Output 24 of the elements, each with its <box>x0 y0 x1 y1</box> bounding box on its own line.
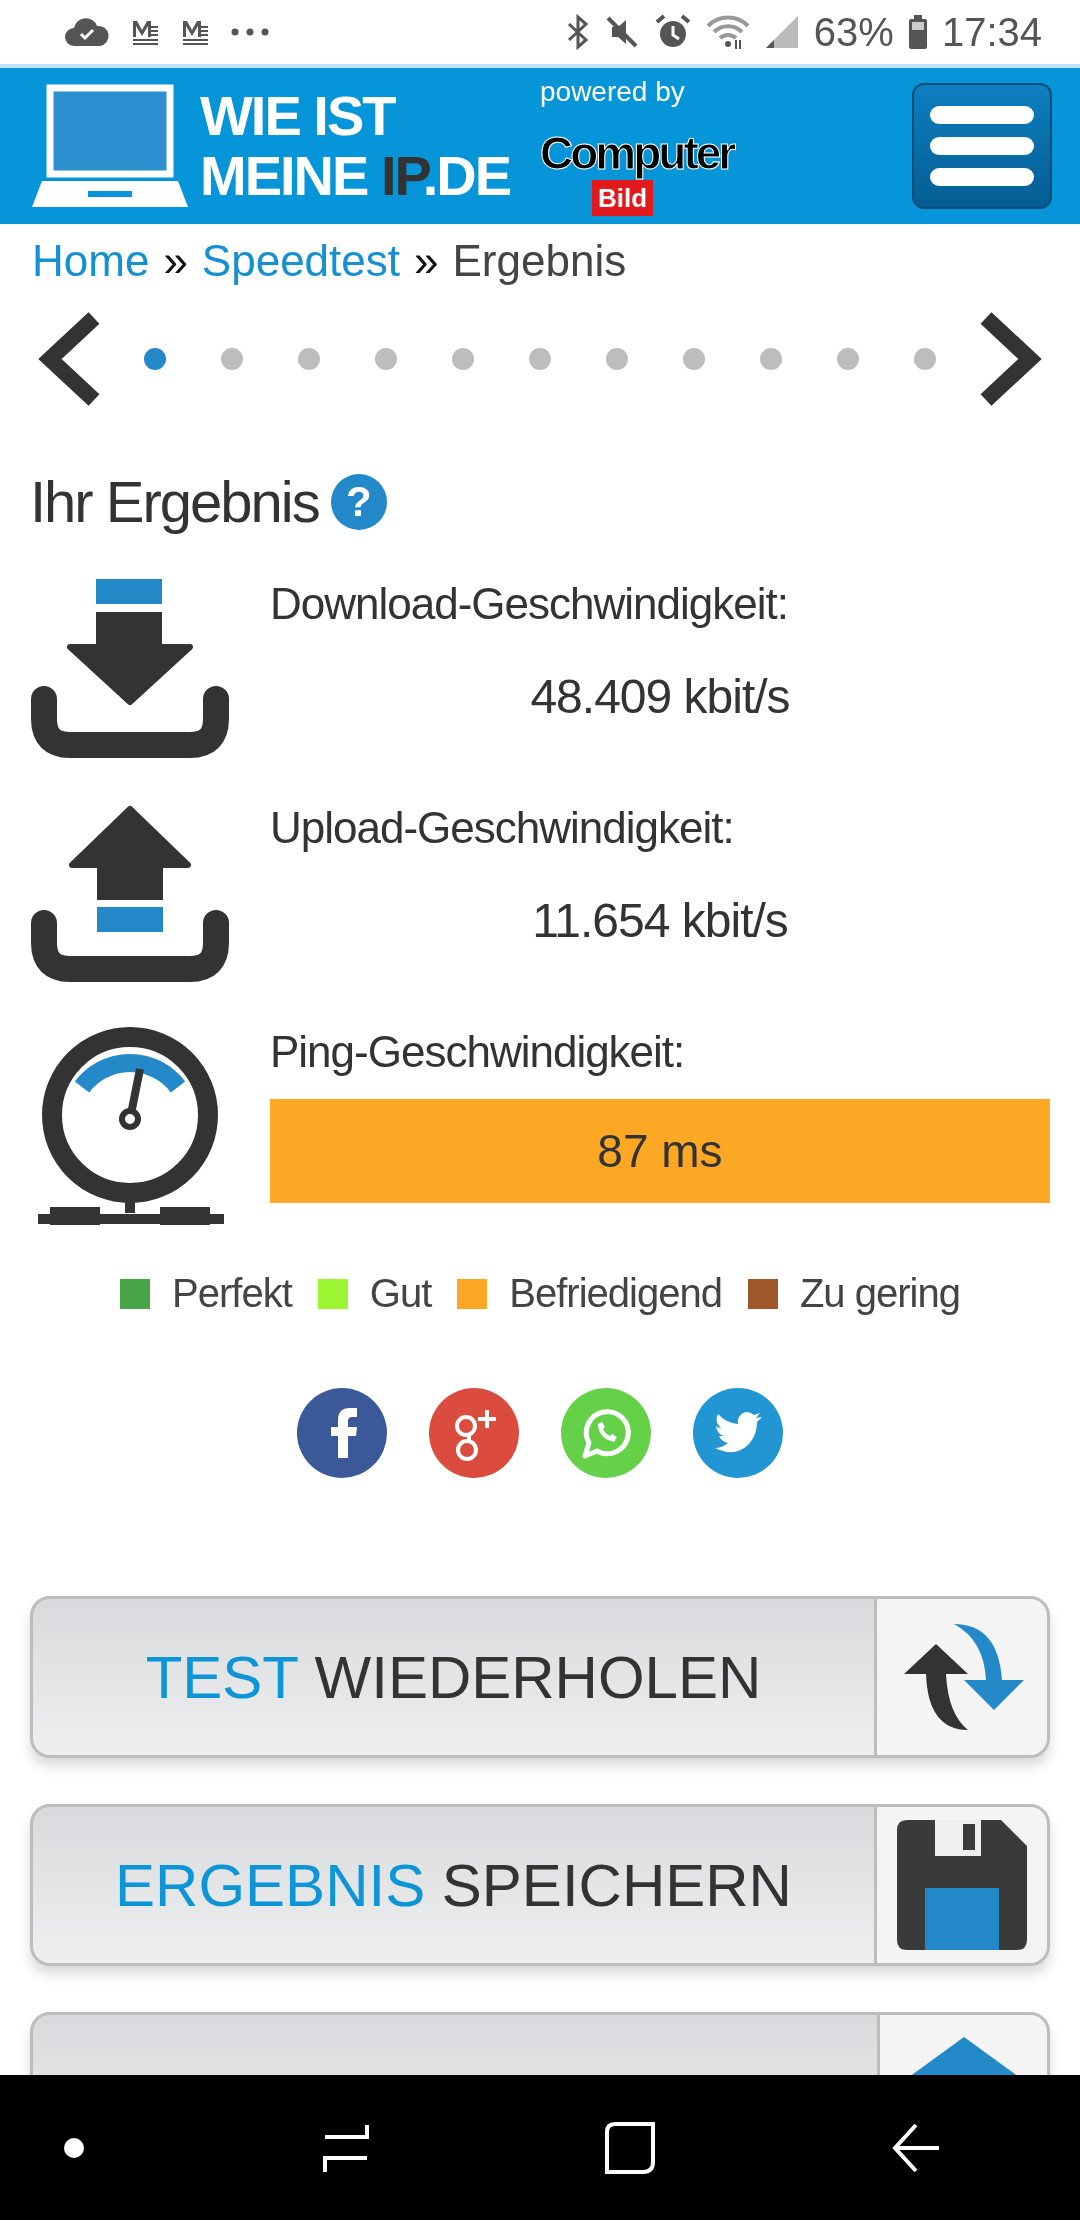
breadcrumb-link[interactable]: Home <box>32 236 150 286</box>
action-button[interactable]: TEST WIEDERHOLEN <box>30 1596 1050 1758</box>
breadcrumb-separator: » <box>414 236 439 286</box>
metric-label: Upload-Geschwindigkeit: <box>270 803 735 853</box>
legend-label: Befriedigend <box>509 1271 722 1316</box>
metric-value: 48.409 kbit/s <box>529 669 791 724</box>
breadcrumb-separator: » <box>163 236 188 286</box>
legend-label: Perfekt <box>172 1271 292 1316</box>
clock-time: 17:34 <box>941 9 1042 55</box>
breadcrumb-link[interactable]: Speedtest <box>201 236 400 286</box>
metric-label: Download-Geschwindigkeit: <box>270 579 789 629</box>
action-button[interactable]: ERGEBNIS SPEICHERN <box>30 1804 1050 1966</box>
help-icon[interactable]: ? <box>330 473 387 530</box>
breadcrumb-current: Ergebnis <box>452 236 627 286</box>
ping-result-bar: 87 ms <box>270 1099 1050 1203</box>
legend-label: Zu gering <box>799 1271 960 1316</box>
legend-label: Gut <box>369 1271 432 1316</box>
result-heading: Ihr Ergebnis <box>30 468 319 535</box>
site-logo[interactable]: WIE IST MEINE IP.DE <box>200 86 510 206</box>
battery-percent: 63% <box>813 9 894 55</box>
metric-value: 11.654 kbit/s <box>531 893 789 948</box>
sponsor-logo[interactable]: Computer Bild <box>540 112 780 216</box>
powered-by-text: powered by <box>540 76 686 108</box>
metric-label: Ping-Geschwindigkeit: <box>270 1027 686 1077</box>
